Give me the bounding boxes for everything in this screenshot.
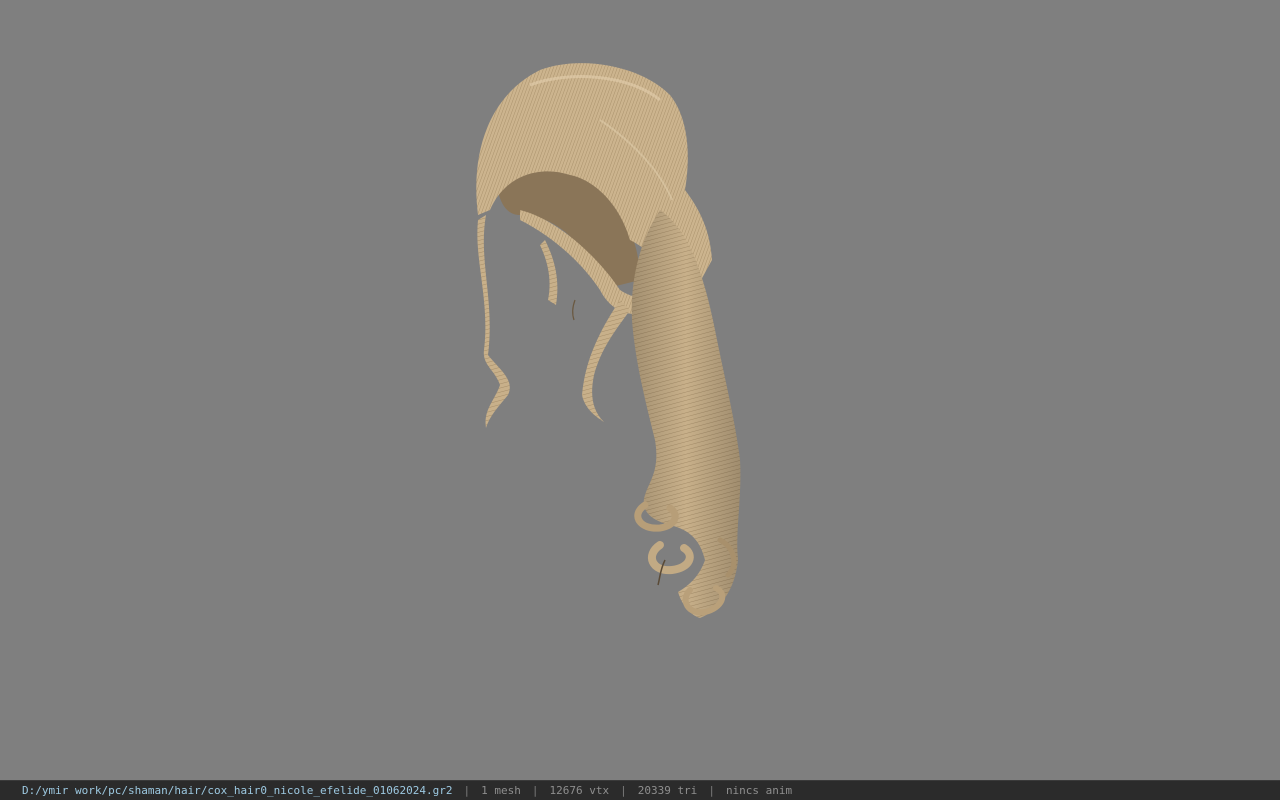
3d-viewport[interactable]: [0, 0, 1280, 780]
hair-left-strand-2: [540, 240, 558, 305]
vertex-count-label: 12676 vtx: [549, 784, 610, 797]
status-separator: |: [531, 784, 539, 797]
status-separator: |: [620, 784, 627, 797]
status-bar: D:/ymir work/pc/shaman/hair/cox_hair0_ni…: [0, 780, 1280, 800]
file-path-label: D:/ymir work/pc/shaman/hair/cox_hair0_ni…: [22, 784, 453, 797]
hair-curl-2: [647, 541, 694, 575]
triangle-count-label: 20339 tri: [637, 784, 698, 797]
status-separator: |: [708, 784, 715, 797]
status-separator: |: [463, 784, 471, 797]
hair-model[interactable]: [0, 0, 1280, 780]
hair-left-strand: [477, 215, 510, 428]
animation-status-label: nincs anim: [725, 784, 793, 797]
mesh-count-label: 1 mesh: [481, 784, 521, 797]
hair-mid-strand: [582, 300, 630, 422]
hair-flyaway-2: [572, 299, 576, 321]
